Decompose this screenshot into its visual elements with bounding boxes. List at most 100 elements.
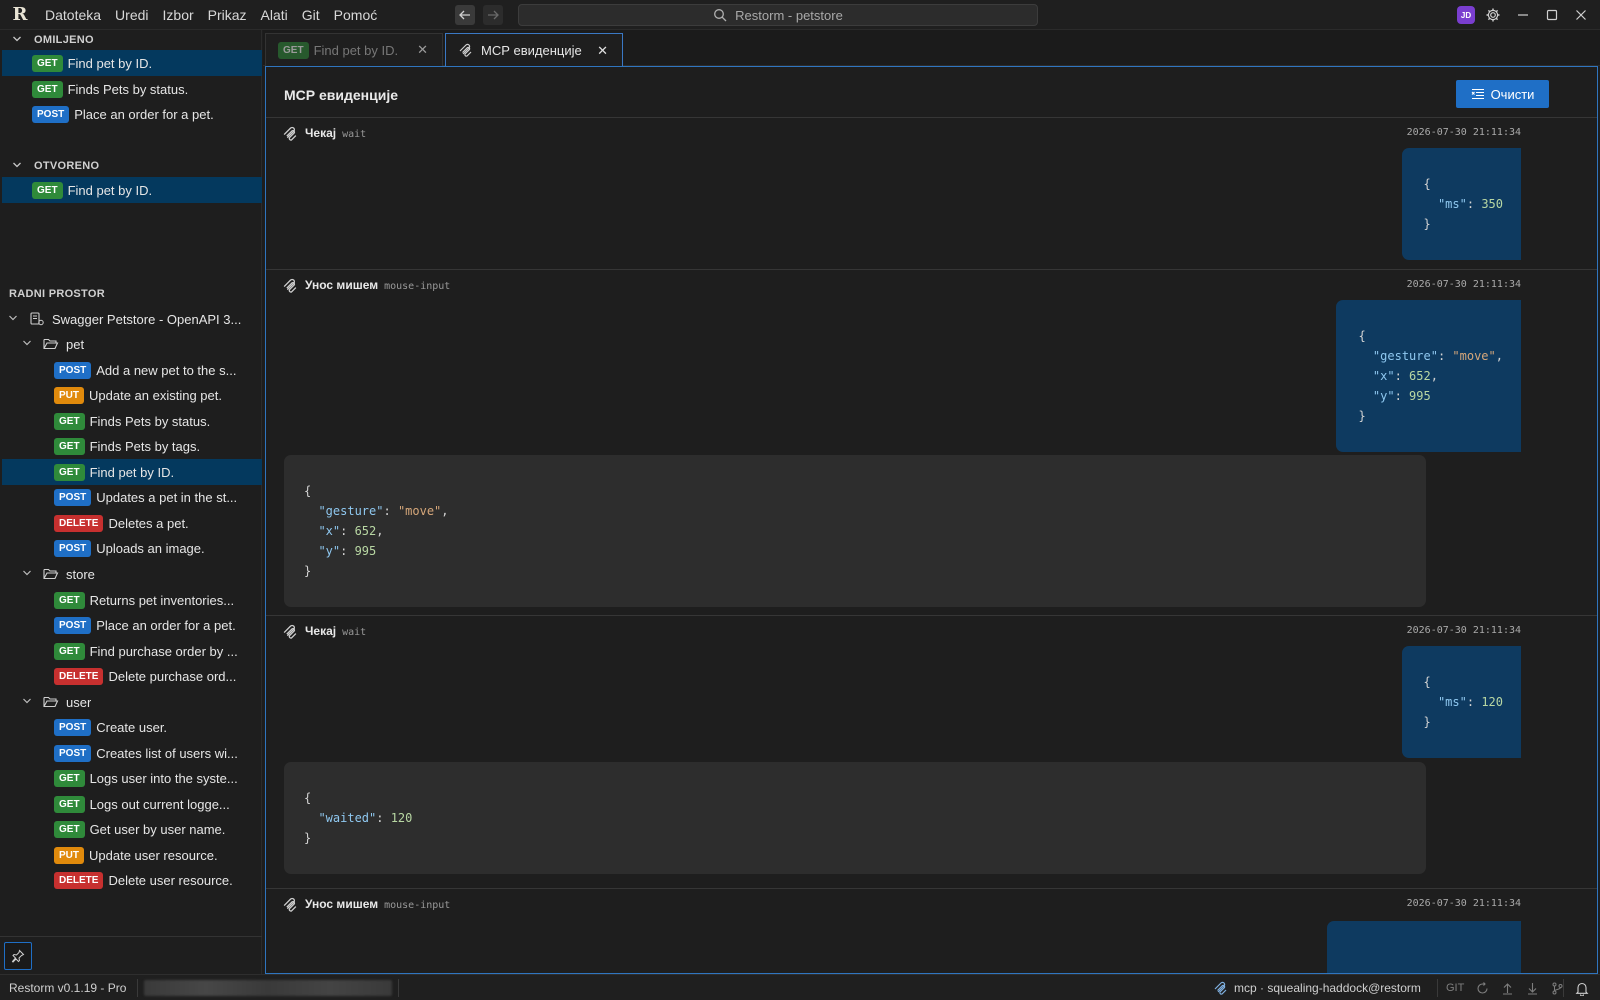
tab-mcp-logs[interactable]: МСР евиденције ✕: [445, 33, 623, 67]
maximize-button[interactable]: [1541, 5, 1563, 25]
favorite-item[interactable]: GET Find pet by ID.: [2, 50, 262, 76]
request-item[interactable]: GET Finds Pets by status.: [2, 408, 262, 434]
request-item[interactable]: POST Add a new pet to the s...: [2, 357, 262, 383]
request-item[interactable]: DELETE Delete user resource.: [2, 867, 262, 893]
gear-icon: [1486, 8, 1500, 22]
request-label: Returns pet inventories...: [89, 592, 235, 608]
menu-selection[interactable]: Izbor: [156, 0, 201, 30]
pin-icon: [11, 949, 25, 963]
chevron-down-icon: [12, 160, 26, 173]
bell-icon: [1575, 982, 1589, 996]
collection-name: Swagger Petstore - OpenAPI 3...: [52, 311, 242, 327]
json-line: }: [304, 831, 312, 845]
json-line: "ms": 120: [1423, 695, 1503, 709]
request-item[interactable]: POST Uploads an image.: [2, 535, 262, 561]
log-timestamp: 2026-07-30 21:11:34: [1406, 279, 1521, 290]
favorite-item[interactable]: POST Place an order for a pet.: [2, 101, 262, 127]
mcp-status[interactable]: mcp · squealing-haddock@restorm: [1213, 975, 1421, 1000]
nav-back-button[interactable]: [455, 5, 475, 25]
request-json: { "ms": 120 }: [1401, 646, 1521, 758]
menu-edit[interactable]: Uredi: [108, 0, 155, 30]
request-item[interactable]: DELETE Delete purchase ord...: [2, 663, 262, 689]
request-item[interactable]: POST Create user.: [2, 714, 262, 740]
folder-open-icon: [42, 336, 60, 352]
collection-row[interactable]: Swagger Petstore - OpenAPI 3...: [2, 306, 262, 332]
git-pull-icon[interactable]: [1526, 982, 1539, 995]
menu-tools[interactable]: Alati: [254, 0, 295, 30]
user-avatar[interactable]: JD: [1457, 6, 1475, 24]
favorite-item[interactable]: GET Finds Pets by status.: [2, 76, 262, 102]
nav-forward-button[interactable]: [483, 5, 503, 25]
arrow-left-icon: [459, 10, 470, 20]
menu-view[interactable]: Prikaz: [201, 0, 254, 30]
method-badge: GET: [32, 54, 63, 72]
log-timestamp: 2026-07-30 21:11:34: [1406, 625, 1521, 636]
request-item[interactable]: PUT Update an existing pet.: [2, 382, 262, 408]
menu-file[interactable]: Datoteka: [38, 0, 108, 30]
open-item-label: Find pet by ID.: [67, 182, 153, 198]
close-window-button[interactable]: [1570, 5, 1592, 25]
refresh-icon[interactable]: [1476, 981, 1489, 995]
json-line: "y": 995: [1358, 389, 1431, 403]
favorite-item-label: Finds Pets by status.: [67, 81, 189, 97]
request-item[interactable]: POST Creates list of users wi...: [2, 740, 262, 766]
settings-button[interactable]: [1483, 5, 1503, 25]
favorites-section-header[interactable]: OMILJENO: [0, 29, 262, 51]
notifications-button[interactable]: [1574, 979, 1590, 997]
json-line: "gesture": "move",: [304, 504, 449, 518]
clear-button[interactable]: Очисти: [1456, 80, 1549, 108]
maximize-icon: [1546, 9, 1558, 21]
request-item[interactable]: POST Updates a pet in the st...: [2, 484, 262, 510]
menu-git[interactable]: Git: [295, 0, 327, 30]
request-item[interactable]: GET Finds Pets by tags.: [2, 433, 262, 459]
favorite-item-label: Place an order for a pet.: [74, 106, 214, 122]
request-item[interactable]: GET Logs user into the syste...: [2, 765, 262, 791]
close-tab-icon[interactable]: ✕: [417, 42, 428, 58]
method-badge: PUT: [54, 386, 84, 404]
folder-row-store[interactable]: store: [2, 561, 262, 587]
request-label: Find pet by ID.: [89, 464, 175, 480]
request-item[interactable]: PUT Update user resource.: [2, 842, 262, 868]
request-label: Find purchase order by ...: [89, 643, 238, 659]
method-badge: GET: [54, 591, 85, 609]
command-search-box[interactable]: Restorm - petstore: [518, 4, 1038, 26]
request-label: Logs user into the syste...: [89, 770, 238, 786]
title-bar: R Datoteka Uredi Izbor Prikaz Alati Git …: [0, 0, 1600, 30]
method-badge: GET: [54, 463, 85, 481]
method-badge: DELETE: [54, 667, 104, 685]
request-item[interactable]: GET Get user by user name.: [2, 816, 262, 842]
request-item[interactable]: GET Logs out current logge...: [2, 791, 262, 817]
method-badge: PUT: [54, 846, 84, 864]
json-line: {: [1423, 675, 1431, 689]
tool-id: wait: [342, 129, 367, 140]
open-section-header[interactable]: OTVORENO: [0, 155, 262, 177]
request-item[interactable]: GET Returns pet inventories...: [2, 587, 262, 613]
request-json: [1327, 921, 1521, 973]
close-tab-icon[interactable]: ✕: [597, 43, 608, 59]
open-item[interactable]: GET Find pet by ID.: [2, 177, 262, 203]
mcp-logs-panel: МСР евиденције Очисти Чекај wait 2026-07-…: [265, 66, 1598, 974]
git-push-icon[interactable]: [1501, 982, 1514, 995]
request-item[interactable]: DELETE Deletes a pet.: [2, 510, 262, 536]
json-line: {: [1358, 329, 1366, 343]
folder-row-user[interactable]: user: [2, 689, 262, 715]
request-label: Get user by user name.: [89, 821, 226, 837]
request-item[interactable]: POST Place an order for a pet.: [2, 612, 262, 638]
log-entry-header: Чекај wait 2026-07-30 21:11:34: [266, 118, 1597, 148]
request-item-selected[interactable]: GET Find pet by ID.: [2, 459, 262, 485]
pin-button[interactable]: [4, 942, 32, 970]
minimize-button[interactable]: [1512, 5, 1534, 25]
json-line: }: [1423, 715, 1431, 729]
sidebar-divider: [0, 936, 262, 937]
mcp-icon: [283, 126, 297, 141]
app-logo: R: [12, 4, 28, 25]
json-line: }: [1358, 409, 1366, 423]
folder-row-pet[interactable]: pet: [2, 331, 262, 357]
redacted-info: [144, 980, 392, 996]
chevron-down-icon: [6, 313, 20, 326]
json-line: "x": 652,: [1358, 369, 1438, 383]
request-item[interactable]: GET Find purchase order by ...: [2, 638, 262, 664]
tab-find-pet-by-id[interactable]: GET Find pet by ID. ✕: [265, 33, 443, 66]
menu-help[interactable]: Pomoć: [327, 0, 385, 30]
mcp-status-text: mcp · squealing-haddock@restorm: [1234, 981, 1421, 995]
